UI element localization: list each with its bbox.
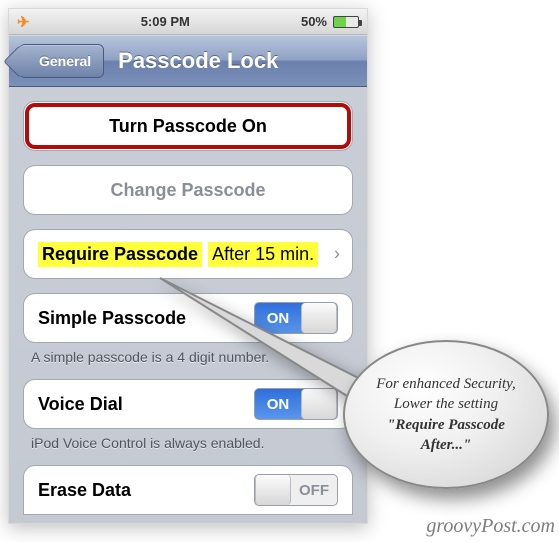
toggle-knob [301, 389, 337, 419]
battery-percentage: 50% [301, 14, 327, 29]
page-title: Passcode Lock [118, 48, 278, 74]
watermark: groovyPost.com [426, 515, 555, 538]
require-passcode-row[interactable]: Require Passcode After 15 min. › [23, 229, 353, 279]
airplane-mode-icon: ✈ [17, 13, 30, 31]
toggle-on-label: ON [255, 396, 301, 413]
back-button-label: General [39, 53, 91, 69]
toggle-off-label: OFF [291, 482, 337, 499]
require-passcode-value: After 15 min. [208, 242, 318, 267]
settings-content: Turn Passcode On Change Passcode Require… [9, 87, 367, 523]
back-button[interactable]: General [19, 44, 104, 78]
simple-passcode-label: Simple Passcode [38, 308, 186, 329]
device-frame: ✈ 5:09 PM 50% General Passcode Lock Turn… [8, 8, 368, 524]
require-passcode-label: Require Passcode [38, 242, 202, 267]
status-time: 5:09 PM [141, 14, 190, 29]
battery-icon [333, 16, 359, 28]
simple-passcode-row: Simple Passcode ON [23, 293, 353, 343]
toggle-on-label: ON [255, 310, 301, 327]
callout-emphasis: "Require Passcode After..." [387, 417, 505, 453]
toggle-knob [301, 303, 337, 333]
voice-dial-footer: iPod Voice Control is always enabled. [23, 429, 353, 451]
turn-passcode-on-label: Turn Passcode On [109, 116, 267, 137]
voice-dial-label: Voice Dial [38, 394, 123, 415]
status-bar: ✈ 5:09 PM 50% [9, 9, 367, 35]
toggle-knob [255, 475, 291, 505]
nav-bar: General Passcode Lock [9, 35, 367, 87]
simple-passcode-footer: A simple passcode is a 4 digit number. [23, 343, 353, 365]
annotation-callout: For enhanced Security, Lower the setting… [343, 340, 549, 489]
erase-data-label: Erase Data [38, 480, 131, 501]
change-passcode-button[interactable]: Change Passcode [23, 165, 353, 215]
change-passcode-label: Change Passcode [110, 180, 265, 201]
erase-data-toggle[interactable]: OFF [254, 474, 338, 506]
simple-passcode-toggle[interactable]: ON [254, 302, 338, 334]
turn-passcode-on-button[interactable]: Turn Passcode On [23, 101, 353, 151]
voice-dial-row: Voice Dial ON [23, 379, 353, 429]
chevron-right-icon: › [334, 244, 340, 265]
erase-data-row: Erase Data OFF [23, 465, 353, 515]
voice-dial-toggle[interactable]: ON [254, 388, 338, 420]
callout-text: For enhanced Security, Lower the setting [376, 376, 516, 412]
